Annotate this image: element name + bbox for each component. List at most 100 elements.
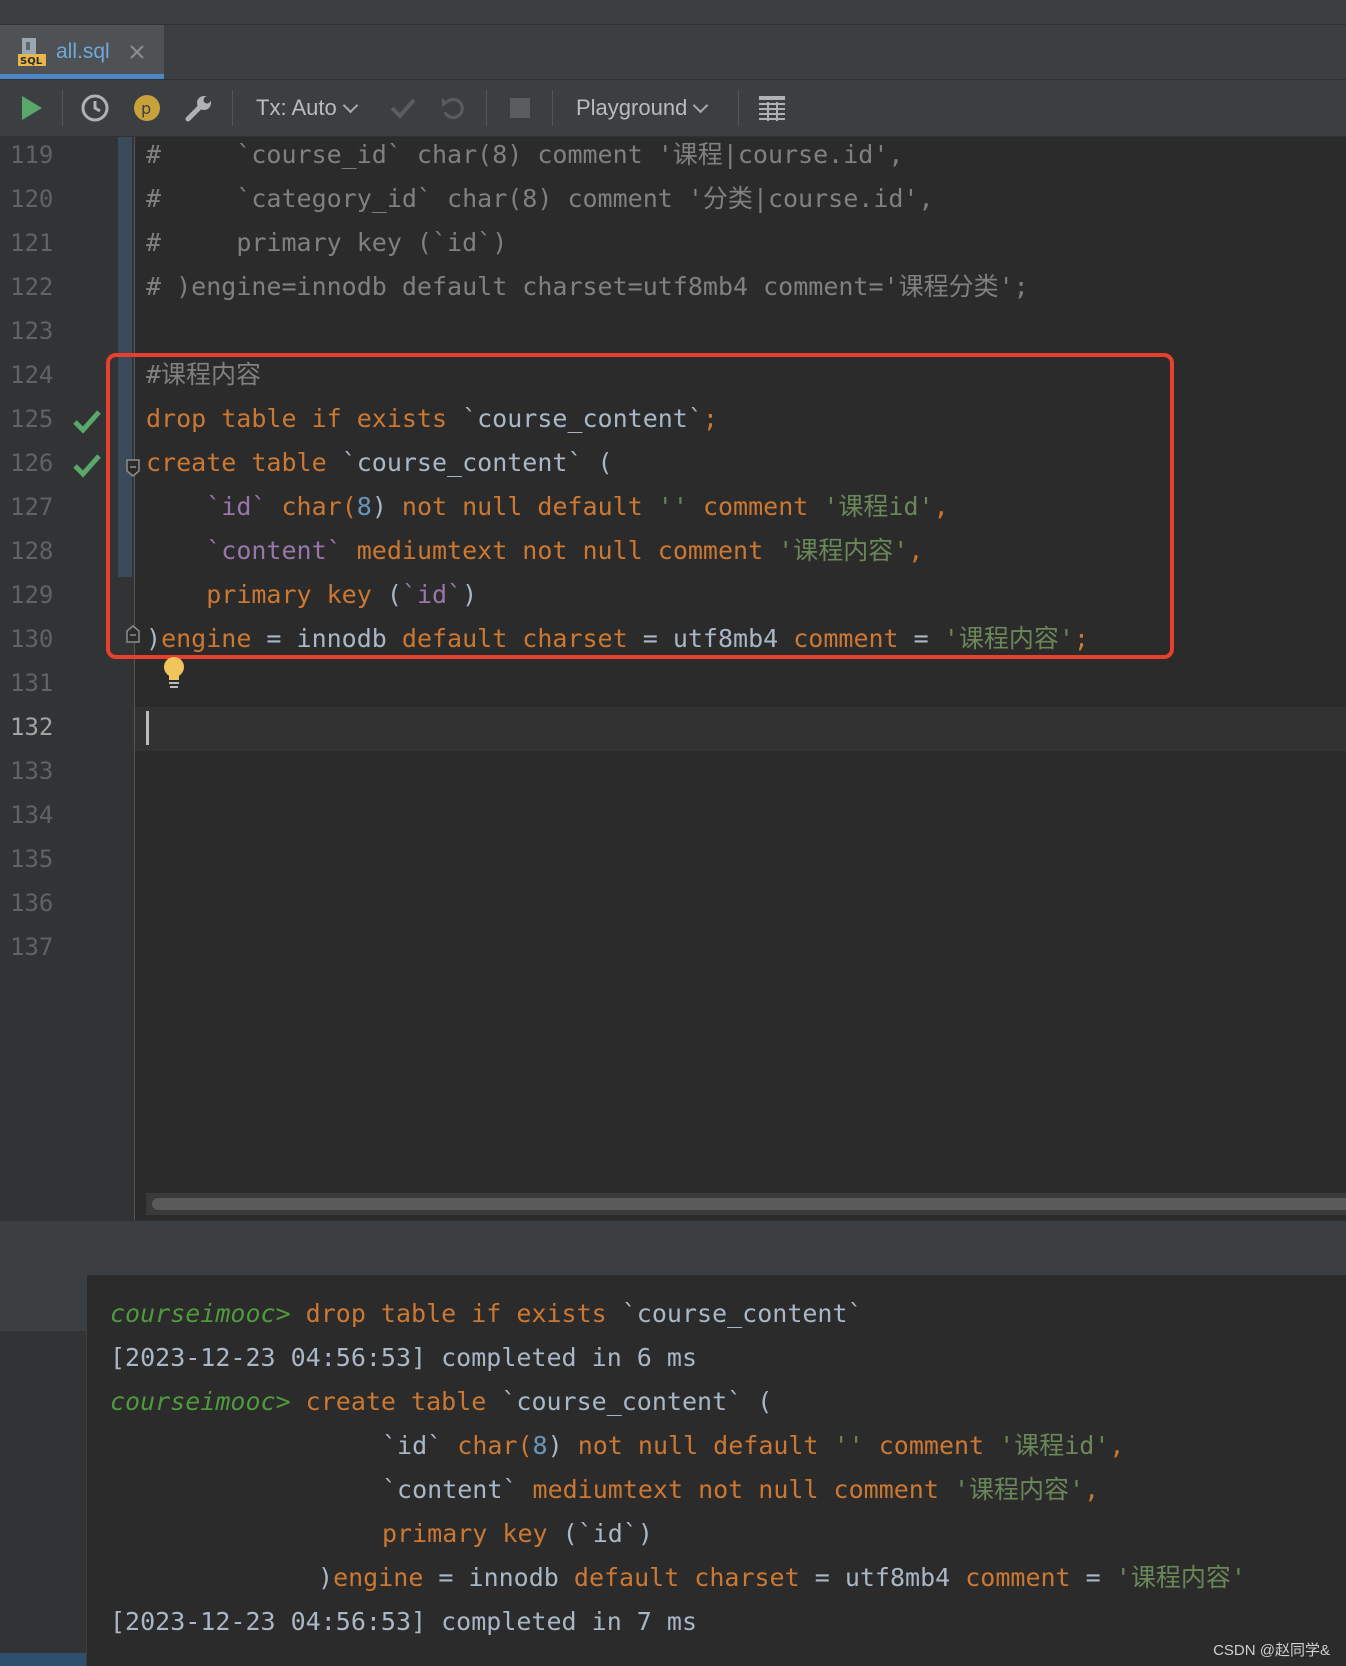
line-number: 136 (10, 889, 54, 917)
sql-text: = innodb (423, 1563, 574, 1592)
stop-button[interactable] (504, 80, 536, 136)
sql-paren: ) (318, 1563, 334, 1592)
line-number: 122 (10, 273, 54, 301)
comment-text: )engine=innodb default charset=utf8mb4 c… (161, 272, 1029, 301)
chevron-down-icon (693, 97, 709, 113)
settings-button[interactable] (182, 80, 216, 136)
sql-keyword: not null default (562, 1431, 819, 1460)
results-layout-button[interactable] (756, 80, 788, 136)
console-line: `id` char(8) not null default '' comment… (382, 1424, 1124, 1468)
line-number: 121 (10, 229, 54, 257)
console-line: )engine = innodb default charset = utf8m… (318, 1556, 1246, 1600)
sql-string: '' (818, 1431, 864, 1460)
sql-paren: ( (547, 1519, 578, 1548)
toolbar-separator (232, 90, 233, 126)
history-button[interactable] (78, 80, 112, 136)
line-number: 127 (10, 493, 54, 521)
wrench-icon (185, 96, 211, 122)
play-icon (22, 96, 42, 120)
rollback-button[interactable] (436, 80, 470, 136)
code-line-119: # `course_id` char(8) comment '课程|course… (146, 133, 903, 177)
code-line-122: # )engine=innodb default charset=utf8mb4… (146, 265, 1029, 309)
toolbar-separator (552, 90, 553, 126)
clock-icon (81, 94, 109, 122)
sql-keyword: drop table if exists (290, 1299, 607, 1328)
line-number: 133 (10, 757, 54, 785)
sql-column: `id` (577, 1519, 638, 1548)
watermark: CSDN @赵同学& (1213, 1642, 1330, 1659)
console-gutter-footer (0, 1653, 86, 1666)
stop-icon (510, 98, 530, 118)
toolbar-separator (62, 90, 63, 126)
tx-mode-label: Tx: Auto (256, 95, 337, 120)
line-number: 134 (10, 801, 54, 829)
sql-keyword: primary key (382, 1519, 548, 1548)
parameters-button[interactable]: p (130, 80, 164, 136)
console-line: primary key (`id`) (382, 1512, 653, 1556)
svg-text:p: p (141, 99, 151, 118)
comment-hash: # (146, 184, 162, 213)
line-number: 137 (10, 933, 54, 961)
console-gutter-header (0, 1275, 86, 1331)
toolbar-separator (486, 90, 487, 126)
line-number: 131 (10, 669, 54, 697)
checkmark-icon (390, 98, 416, 119)
sql-keyword: comment (863, 1431, 985, 1460)
console-line: courseimooc> create table `course_conten… (110, 1380, 772, 1424)
console-line: `content` mediumtext not null comment '课… (382, 1468, 1099, 1512)
playground-dropdown[interactable]: Playground (576, 80, 726, 136)
sql-keyword: default charset (573, 1563, 800, 1592)
horizontal-scrollbar[interactable] (146, 1193, 1346, 1215)
sql-text: = (1070, 1563, 1116, 1592)
highlight-annotation-box (106, 353, 1174, 659)
toolbar-separator (738, 90, 739, 126)
output-console[interactable]: courseimooc> drop table if exists `cours… (0, 1275, 1346, 1666)
p-circle-icon: p (134, 95, 160, 121)
title-strip (0, 0, 1346, 25)
line-number: 119 (10, 141, 54, 169)
text-caret (146, 711, 149, 745)
tab-all-sql[interactable]: SQL all.sql (0, 25, 164, 79)
sql-file-icon: SQL (16, 36, 48, 68)
console-result: [2023-12-23 04:56:53] completed in 7 ms (110, 1607, 697, 1636)
comment-hash: # (146, 140, 162, 169)
line-number: 120 (10, 185, 54, 213)
table-icon (759, 96, 785, 121)
tx-mode-dropdown[interactable]: Tx: Auto (256, 80, 366, 136)
code-line-121: # primary key (`id`) (146, 221, 507, 265)
comment-hash: # (146, 228, 162, 257)
sql-number: 8 (532, 1431, 548, 1460)
sql-keyword: engine (333, 1563, 424, 1592)
console-result: [2023-12-23 04:56:53] completed in 6 ms (110, 1343, 697, 1372)
sql-editor[interactable]: 119 120 121 122 123 124 125 126 127 128 … (0, 137, 1346, 1220)
sql-string: '课程id' (984, 1431, 1110, 1460)
line-number: 130 (10, 625, 54, 653)
scrollbar-thumb[interactable] (152, 1198, 1346, 1210)
console-line: courseimooc> drop table if exists `cours… (110, 1292, 863, 1336)
sql-paren: ( (742, 1387, 773, 1416)
sql-comma: , (1109, 1431, 1125, 1460)
sql-column: `content` (382, 1475, 518, 1504)
sql-paren: ) (637, 1519, 653, 1548)
chevron-down-icon (342, 97, 358, 113)
comment-hash: # (146, 272, 162, 301)
close-icon[interactable] (128, 43, 146, 61)
commit-button[interactable] (386, 80, 420, 136)
execute-button[interactable] (16, 80, 48, 136)
lightbulb-icon[interactable] (161, 655, 187, 689)
playground-label: Playground (576, 95, 688, 120)
panel-divider[interactable] (0, 1220, 1346, 1276)
sql-paren: ) (547, 1431, 563, 1460)
sql-string: '课程内容' (938, 1475, 1085, 1504)
tab-bar: SQL all.sql (0, 25, 1346, 80)
line-number: 125 (10, 405, 54, 433)
comment-text: `category_id` char(8) comment '分类|course… (161, 184, 934, 213)
sql-type: char( (442, 1431, 533, 1460)
executed-checkmark-icon (73, 454, 101, 478)
sql-keyword: comment (965, 1563, 1071, 1592)
comment-text: `course_id` char(8) comment '课程|course.i… (161, 140, 904, 169)
console-prompt: courseimooc> (110, 1299, 291, 1328)
line-number-current: 132 (10, 713, 54, 741)
sql-text: = utf8mb4 (799, 1563, 966, 1592)
console-gutter (0, 1275, 87, 1666)
